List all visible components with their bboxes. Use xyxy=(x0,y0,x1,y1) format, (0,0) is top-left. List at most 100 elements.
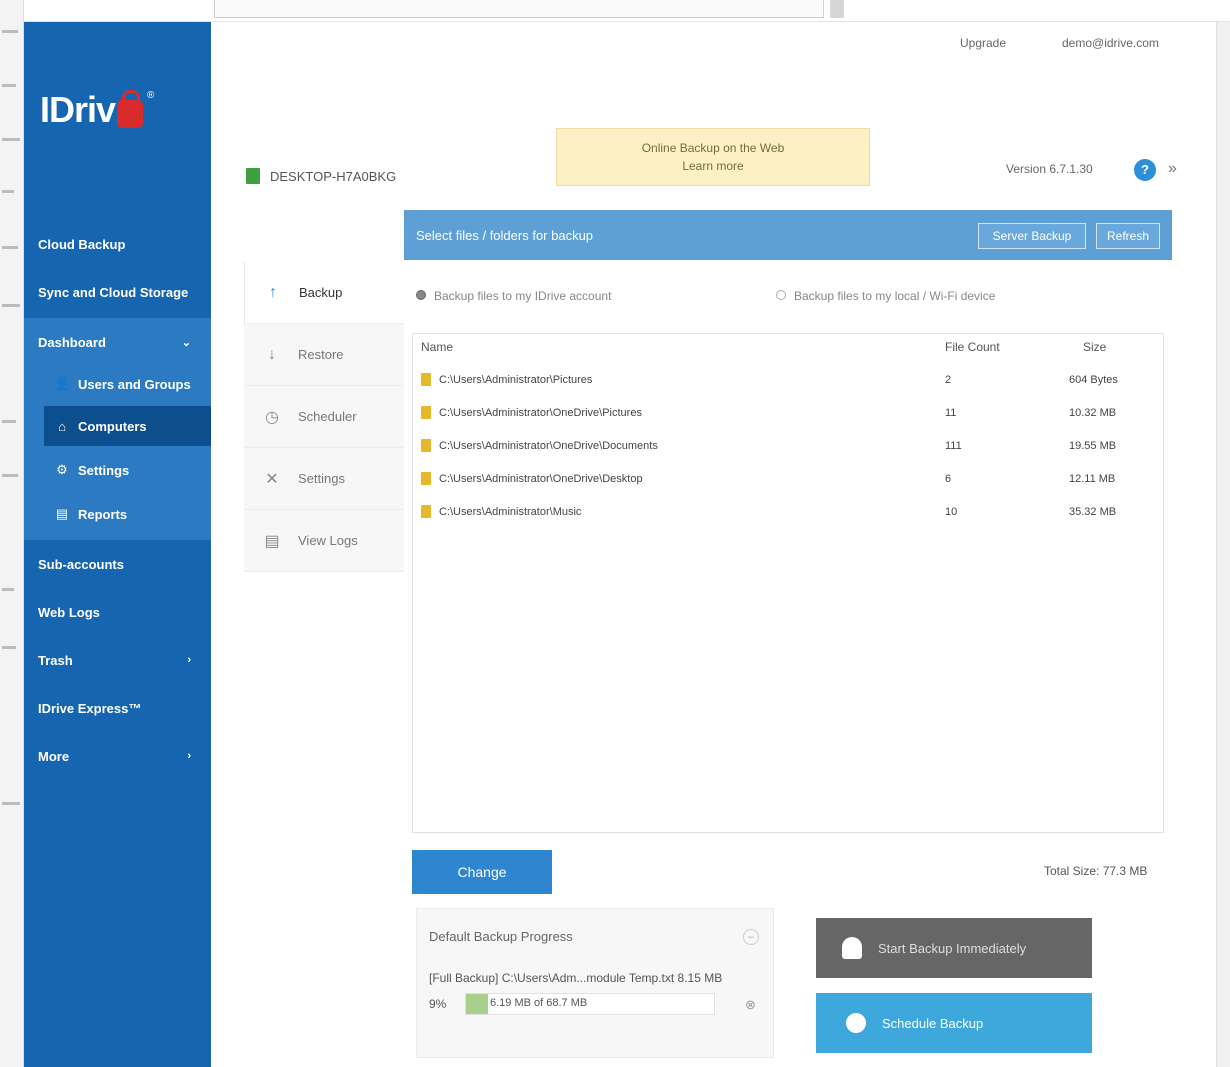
notice-link[interactable]: Learn more xyxy=(557,157,869,175)
tab-label: Backup xyxy=(299,285,343,300)
sidebar-subitem-users-groups[interactable]: 👤 Users and Groups xyxy=(24,364,211,404)
row-name: C:\Users\Administrator\Pictures xyxy=(439,374,593,386)
background-window-strip xyxy=(0,0,24,1067)
row-name: C:\Users\Administrator\OneDrive\Document… xyxy=(439,440,658,452)
row-name: C:\Users\Administrator\Music xyxy=(439,506,582,518)
upgrade-link[interactable]: Upgrade xyxy=(960,36,1006,50)
panel-header: Select files / folders for backup Server… xyxy=(404,210,1172,260)
more-icon[interactable]: » xyxy=(1168,160,1177,178)
sidebar-item-label: IDrive Express™ xyxy=(38,700,142,716)
sidebar-subitem-settings[interactable]: ⚙ Settings xyxy=(24,450,211,490)
row-name: C:\Users\Administrator\OneDrive\Desktop xyxy=(439,473,643,485)
row-size: 19.55 MB xyxy=(1069,440,1117,452)
panel-title: Select files / folders for backup xyxy=(416,227,594,243)
table-row[interactable]: C:\Users\Administrator\OneDrive\Document… xyxy=(413,431,1163,464)
notice-text: Online Backup on the Web xyxy=(641,141,785,155)
start-backup-label: Start Backup Immediately xyxy=(878,940,1027,956)
dest-idrive-label: Backup files to my IDrive account xyxy=(434,289,612,303)
table-row[interactable]: C:\Users\Administrator\Music 10 35.32 MB xyxy=(413,497,1163,530)
minimize-icon[interactable]: – xyxy=(743,929,759,945)
log-icon: ▤ xyxy=(264,532,280,550)
tab-settings[interactable]: ✕ Settings xyxy=(244,448,404,510)
account-menu[interactable]: demo@idrive.com xyxy=(1062,36,1159,50)
upload-icon: ↑ xyxy=(269,283,277,301)
change-button[interactable]: Change xyxy=(412,850,552,894)
table-row[interactable]: C:\Users\Administrator\Pictures 2 604 By… xyxy=(413,365,1163,398)
computer-name-label: DESKTOP-H7A0BKG xyxy=(270,168,397,184)
tab-label: Settings xyxy=(298,471,345,486)
version-label: Version 6.7.1.30 xyxy=(1006,162,1093,176)
dest-local-label: Backup files to my local / Wi-Fi device xyxy=(794,289,996,303)
report-icon: ▤ xyxy=(55,506,69,521)
sidebar-subitem-computers[interactable]: ⌂ Computers xyxy=(44,406,211,446)
tab-restore[interactable]: ↓ Restore xyxy=(244,324,404,386)
progress-percent: 9% xyxy=(429,997,447,1011)
start-backup-button[interactable]: Start Backup Immediately xyxy=(816,918,1092,978)
folder-icon xyxy=(421,505,431,518)
progress-file-line: [Full Backup] C:\Users\Adm...module Temp… xyxy=(429,971,723,985)
sidebar-item-more[interactable]: More › xyxy=(24,736,211,776)
stop-icon[interactable]: ⊗ xyxy=(745,997,756,1013)
chevron-down-icon: ⌄ xyxy=(181,336,191,349)
sidebar-item-cloud-backup[interactable]: Cloud Backup xyxy=(24,224,211,264)
clock-icon: ◷ xyxy=(265,408,279,426)
row-name: C:\Users\Administrator\OneDrive\Pictures xyxy=(439,407,642,419)
folder-icon xyxy=(421,406,431,419)
schedule-backup-button[interactable]: Schedule Backup xyxy=(816,993,1092,1053)
row-count: 6 xyxy=(945,473,952,485)
backup-destination: Backup files to my IDrive account Backup… xyxy=(404,282,1164,312)
computer-icon: ⌂ xyxy=(58,418,66,434)
file-table: Name File Count Size C:\Users\Administra… xyxy=(412,333,1164,833)
server-backup-button[interactable]: Server Backup xyxy=(978,223,1086,249)
logo-text: IDriv xyxy=(40,89,116,130)
table-row[interactable]: C:\Users\Administrator\OneDrive\Desktop … xyxy=(413,464,1163,497)
row-count: 11 xyxy=(945,407,957,419)
tools-icon: ✕ xyxy=(265,470,279,488)
action-tabs: ↑ Backup ↓ Restore ◷ Scheduler ✕ Setting… xyxy=(244,262,404,574)
sidebar-item-web-logs[interactable]: Web Logs xyxy=(24,592,211,632)
folder-icon xyxy=(421,439,431,452)
column-header-size[interactable]: Size xyxy=(1083,340,1106,354)
tab-scheduler[interactable]: ◷ Scheduler xyxy=(244,386,404,448)
sidebar-item-label: Web Logs xyxy=(38,604,100,620)
tab-backup[interactable]: ↑ Backup xyxy=(244,262,404,324)
progress-bar-fill xyxy=(466,994,489,1014)
background-scroll-knob xyxy=(830,0,844,18)
background-window-topbar xyxy=(24,0,1230,22)
sidebar-item-dashboard[interactable]: Dashboard ⌄ xyxy=(24,322,211,362)
tab-label: Scheduler xyxy=(298,409,357,424)
sidebar-subitem-reports[interactable]: ▤ Reports xyxy=(24,494,211,534)
folder-icon xyxy=(421,373,431,386)
refresh-button[interactable]: Refresh xyxy=(1096,223,1160,249)
sidebar-item-sync[interactable]: Sync and Cloud Storage xyxy=(24,272,211,312)
column-header-name[interactable]: Name xyxy=(421,340,453,354)
sidebar-item-label: Cloud Backup xyxy=(38,236,126,252)
sidebar-item-label: Dashboard xyxy=(38,334,106,350)
sidebar-item-trash[interactable]: Trash › xyxy=(24,640,211,680)
row-size: 35.32 MB xyxy=(1069,506,1117,518)
table-row[interactable]: C:\Users\Administrator\OneDrive\Pictures… xyxy=(413,398,1163,431)
tab-view-logs[interactable]: ▤ View Logs xyxy=(244,510,404,572)
sidebar-item-express[interactable]: IDrive Express™ xyxy=(24,688,211,728)
sidebar-item-label: Trash xyxy=(38,652,73,668)
computer-name: DESKTOP-H7A0BKG xyxy=(246,168,396,184)
row-size: 12.11 MB xyxy=(1069,473,1116,485)
help-icon[interactable]: ? xyxy=(1134,159,1156,181)
sidebar-subitem-label: Settings xyxy=(78,462,130,478)
sidebar-item-label: Sub-accounts xyxy=(38,556,124,572)
sidebar-item-label: More xyxy=(38,748,70,764)
clock-icon xyxy=(846,1013,866,1033)
radio-local-device[interactable] xyxy=(776,290,786,300)
row-count: 10 xyxy=(945,506,958,518)
idrive-logo[interactable]: IDriv ® xyxy=(40,80,154,140)
sidebar-item-sub-accounts[interactable]: Sub-accounts xyxy=(24,544,211,584)
row-count: 111 xyxy=(945,440,962,452)
folder-icon xyxy=(421,472,431,485)
scrollbar[interactable] xyxy=(1216,22,1230,1067)
lock-icon xyxy=(842,937,862,959)
column-header-file-count[interactable]: File Count xyxy=(945,340,1000,354)
radio-idrive-account[interactable] xyxy=(416,290,426,300)
row-size: 604 Bytes xyxy=(1069,374,1118,386)
schedule-backup-label: Schedule Backup xyxy=(882,1015,984,1031)
sidebar-subitem-label: Computers xyxy=(78,418,147,434)
